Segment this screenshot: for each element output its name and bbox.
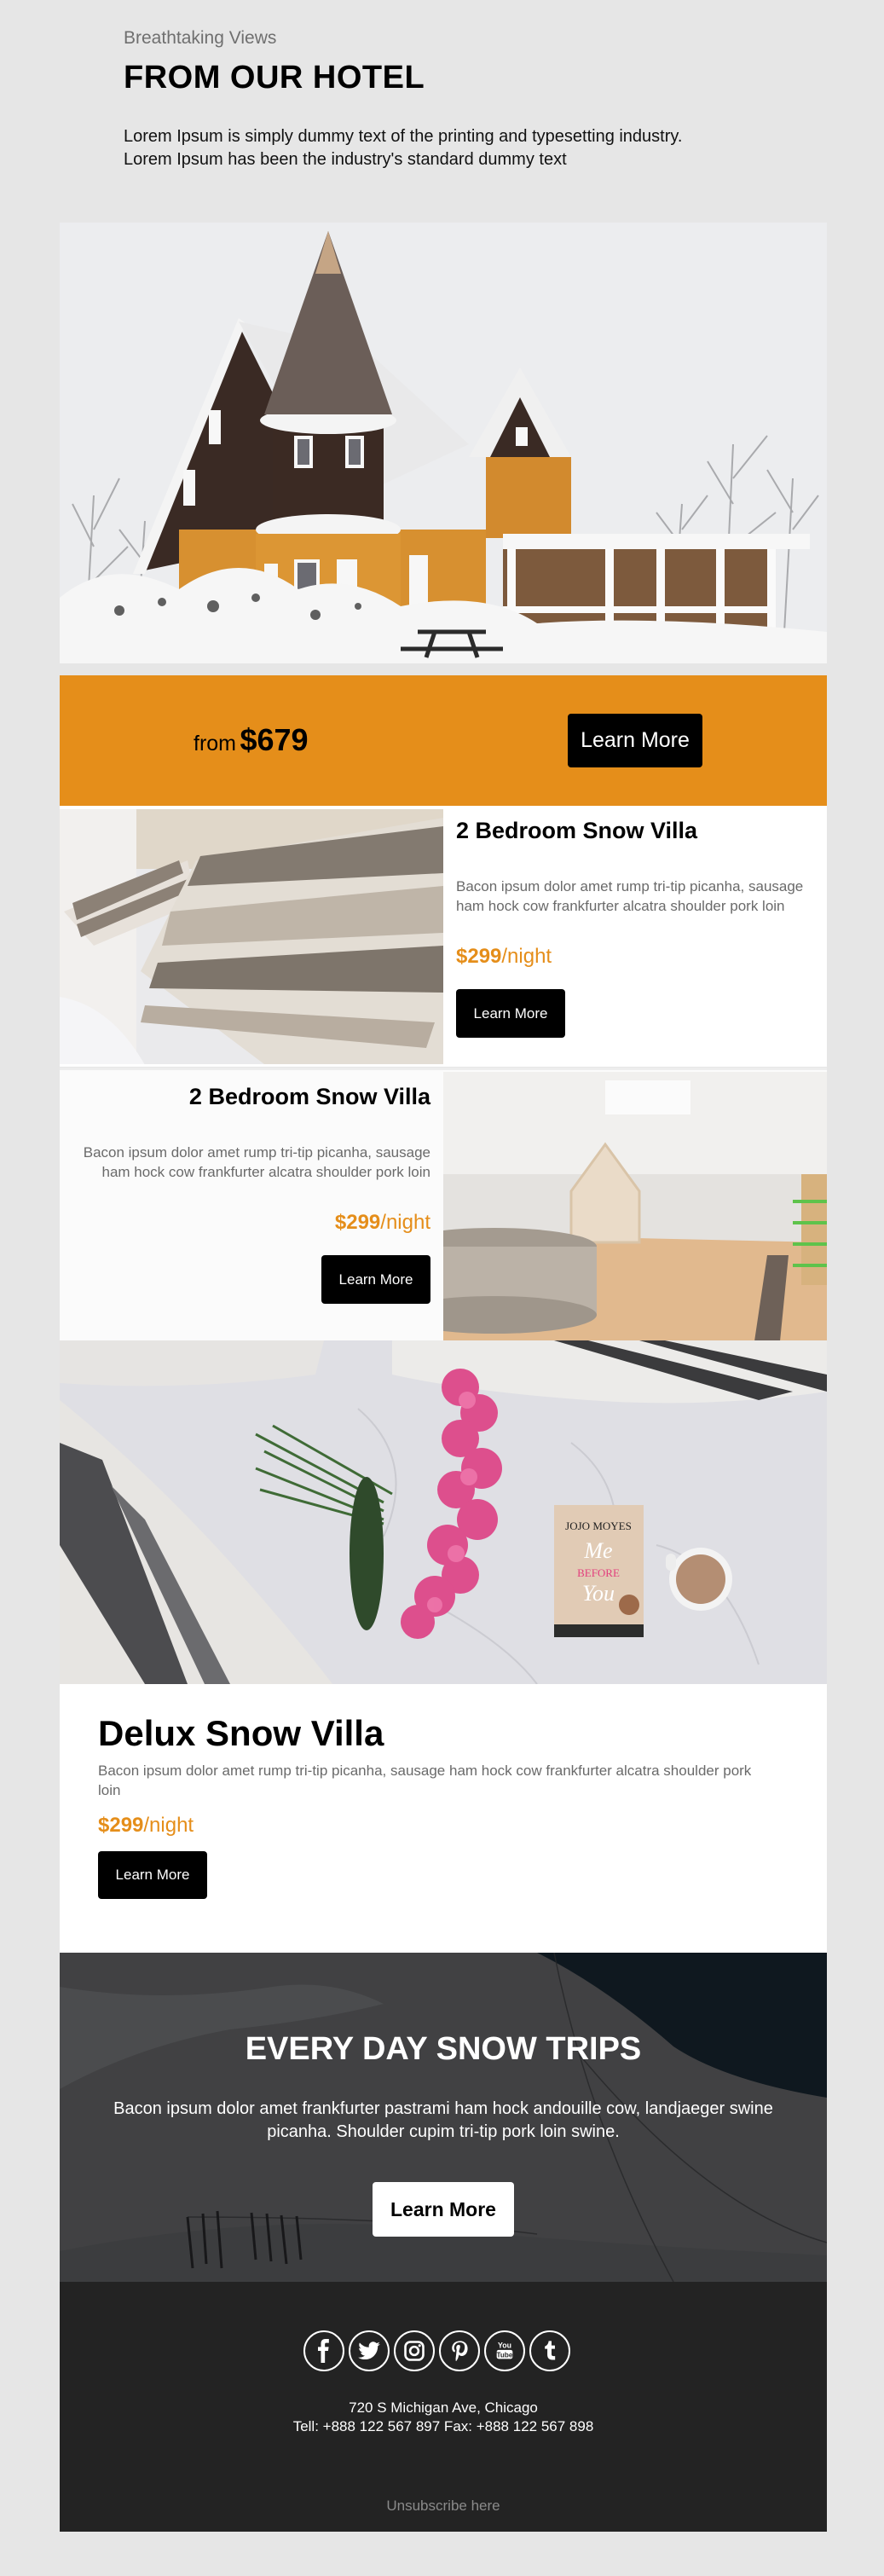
villa-card: 2 Bedroom Snow Villa Bacon ipsum dolor a… bbox=[60, 1068, 827, 1341]
instagram-icon[interactable] bbox=[394, 2330, 435, 2371]
villa-photo-living-room bbox=[443, 1072, 827, 1341]
tumblr-icon[interactable] bbox=[529, 2330, 570, 2371]
living-room-illustration bbox=[443, 1072, 827, 1341]
book-title-line-3: You bbox=[582, 1581, 615, 1606]
delux-learn-more-button[interactable]: Learn More bbox=[98, 1851, 207, 1899]
footer: You Tube 720 S Michigan Ave, Chicago Tel… bbox=[60, 2282, 827, 2532]
youtube-tube-text: Tube bbox=[497, 2351, 513, 2359]
snowy-house-illustration bbox=[60, 223, 827, 663]
villa-learn-more-button[interactable]: Learn More bbox=[456, 989, 565, 1038]
delux-price-amount: $299 bbox=[98, 1814, 144, 1837]
villa-price: $299/night bbox=[456, 945, 810, 969]
flowers-book-coffee-illustration: JOJO MOYES Me BEFORE You bbox=[60, 1340, 827, 1684]
intro-line-2: Lorem Ipsum has been the industry's stan… bbox=[124, 150, 567, 169]
villa-price-amount: $299 bbox=[334, 1211, 381, 1234]
contact-info: 720 S Michigan Ave, Chicago Tell: +888 1… bbox=[60, 2399, 827, 2436]
villa-photo-pillows bbox=[60, 809, 443, 1064]
delux-price: $299/night bbox=[98, 1814, 789, 1838]
phone-fax-text: Tell: +888 122 567 897 Fax: +888 122 567… bbox=[292, 2418, 594, 2434]
snow-trips-learn-more-button[interactable]: Learn More bbox=[373, 2182, 514, 2237]
promo-from-label: from bbox=[194, 732, 236, 755]
eyebrow-text: Breathtaking Views bbox=[124, 28, 277, 48]
hero-image bbox=[60, 223, 827, 663]
delux-price-unit: /night bbox=[143, 1814, 194, 1837]
delux-description: Bacon ipsum dolor amet rump tri-tip pica… bbox=[98, 1763, 752, 1798]
address-text: 720 S Michigan Ave, Chicago bbox=[349, 2399, 538, 2416]
villa-learn-more-button[interactable]: Learn More bbox=[321, 1255, 430, 1304]
delux-title: Delux Snow Villa bbox=[98, 1713, 384, 1753]
villa-details: 2 Bedroom Snow Villa Bacon ipsum dolor a… bbox=[443, 806, 827, 1067]
book-title-line-1: Me bbox=[583, 1538, 612, 1563]
villa-card: 2 Bedroom Snow Villa Bacon ipsum dolor a… bbox=[60, 806, 827, 1067]
pillows-illustration bbox=[60, 809, 443, 1064]
promo-learn-more-button[interactable]: Learn More bbox=[568, 714, 702, 767]
youtube-you-text: You bbox=[498, 2342, 511, 2350]
promo-price-amount: $679 bbox=[240, 722, 309, 757]
youtube-icon[interactable]: You Tube bbox=[484, 2330, 525, 2371]
book-title-line-2: BEFORE bbox=[577, 1566, 620, 1579]
villa-description: Bacon ipsum dolor amet rump tri-tip pica… bbox=[456, 878, 804, 914]
villa-price-unit: /night bbox=[501, 945, 552, 968]
intro-line-1: Lorem Ipsum is simply dummy text of the … bbox=[124, 127, 683, 146]
pinterest-icon[interactable] bbox=[439, 2330, 480, 2371]
delux-villa-card: Delux Snow Villa Bacon ipsum dolor amet … bbox=[60, 1684, 827, 1953]
villa-price-amount: $299 bbox=[456, 945, 502, 968]
intro-text: Lorem Ipsum is simply dummy text of the … bbox=[124, 125, 771, 171]
delux-photo: JOJO MOYES Me BEFORE You bbox=[60, 1340, 827, 1684]
snow-trips-description: Bacon ipsum dolor amet frankfurter pastr… bbox=[113, 2099, 773, 2141]
facebook-icon[interactable] bbox=[303, 2330, 344, 2371]
villa-title: 2 Bedroom Snow Villa bbox=[188, 1084, 430, 1109]
page-title: FROM OUR HOTEL bbox=[124, 60, 425, 96]
snow-trips-banner: EVERY DAY SNOW TRIPS Bacon ipsum dolor a… bbox=[60, 1953, 827, 2282]
villa-price: $299/night bbox=[77, 1211, 430, 1235]
book-author: JOJO MOYES bbox=[565, 1520, 632, 1532]
snow-trips-title: EVERY DAY SNOW TRIPS bbox=[245, 2031, 642, 2067]
villa-description: Bacon ipsum dolor amet rump tri-tip pica… bbox=[83, 1144, 430, 1180]
promo-banner: from $679 Learn More bbox=[60, 675, 827, 806]
villa-title: 2 Bedroom Snow Villa bbox=[456, 818, 698, 843]
unsubscribe-link[interactable]: Unsubscribe here bbox=[60, 2498, 827, 2515]
twitter-icon[interactable] bbox=[349, 2330, 390, 2371]
villa-price-unit: /night bbox=[380, 1211, 430, 1234]
promo-price: from $679 bbox=[194, 722, 309, 758]
villa-details: 2 Bedroom Snow Villa Bacon ipsum dolor a… bbox=[60, 1070, 443, 1340]
social-links: You Tube bbox=[303, 2330, 570, 2371]
snow-trips-content: EVERY DAY SNOW TRIPS Bacon ipsum dolor a… bbox=[60, 1953, 827, 2282]
